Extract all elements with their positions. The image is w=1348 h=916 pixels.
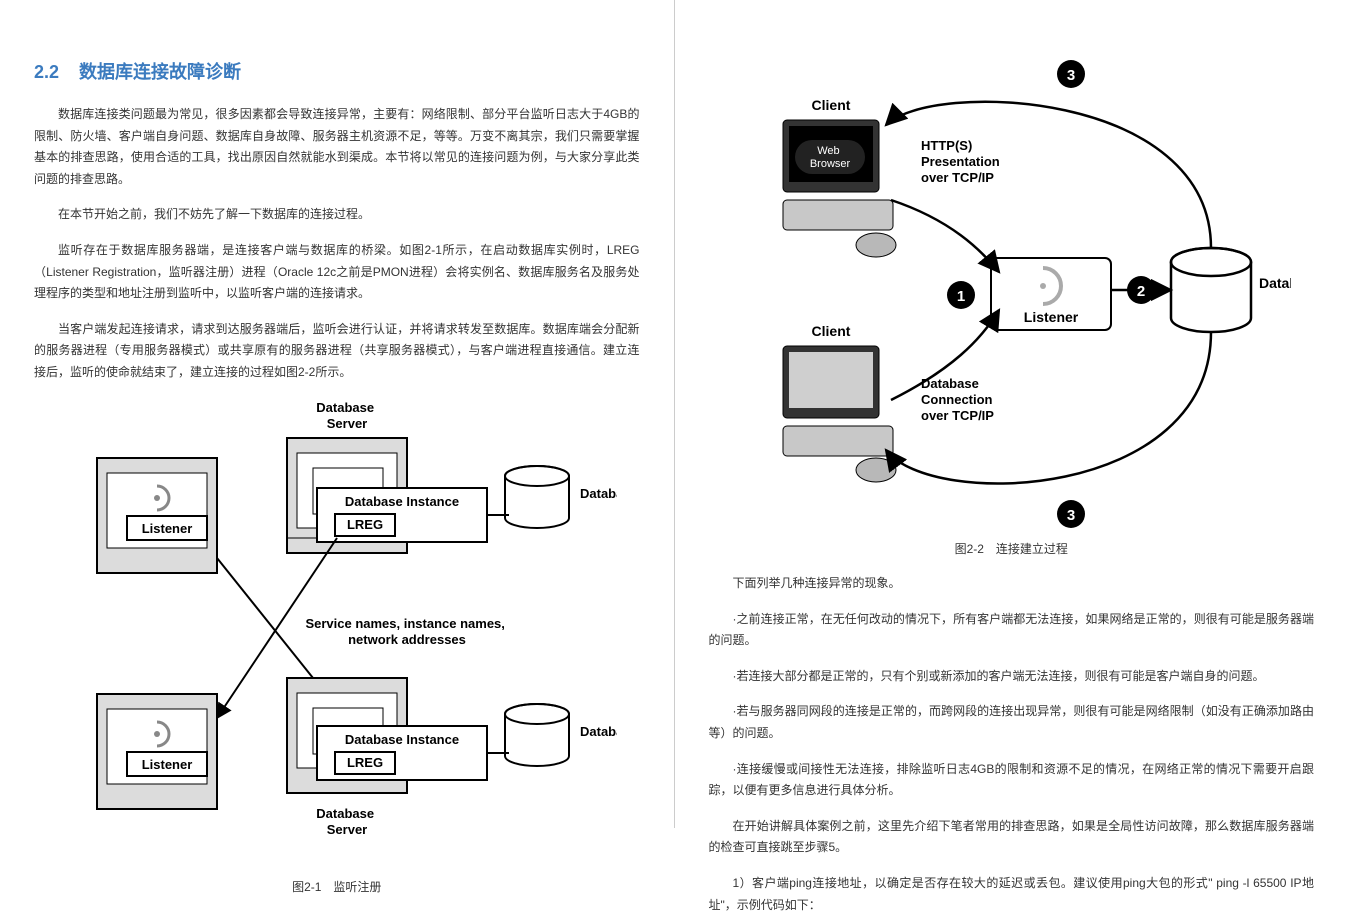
paragraph: 监听存在于数据库服务器端，是连接客户端与数据库的桥梁。如图2-1所示，在启动数据… — [34, 240, 640, 305]
listener-label: Listener — [1024, 309, 1079, 325]
database-icon — [505, 466, 569, 528]
lreg-label: LREG — [347, 517, 383, 532]
arrow-icon — [891, 200, 999, 272]
figure-2-1-caption: 图2-1 监听注册 — [34, 878, 640, 895]
section-heading: 2.2 数据库连接故障诊断 — [34, 58, 640, 84]
paragraph: 在本节开始之前，我们不妨先了解一下数据库的连接过程。 — [34, 204, 640, 226]
figure-2-2-caption: 图2-2 连接建立过程 — [709, 540, 1315, 557]
paragraph: 下面列举几种连接异常的现象。 — [709, 573, 1315, 595]
client-label: Client — [812, 97, 851, 113]
computer-icon — [783, 346, 896, 482]
svg-text:2: 2 — [1137, 283, 1145, 300]
section-number: 2.2 — [34, 62, 59, 82]
client-label: Client — [812, 323, 851, 339]
listener-label: Listener — [141, 521, 192, 536]
dbconn-label: Database Connection over TCP/IP — [921, 376, 996, 423]
paragraph: ·若与服务器同网段的连接是正常的，而跨网段的连接出现异常，则很有可能是网络限制（… — [709, 701, 1315, 744]
service-names-label: Service names, instance names, network a… — [305, 616, 508, 647]
paragraph: 当客户端发起连接请求，请求到达服务器端后，监听会进行认证，并将请求转发至数据库。… — [34, 319, 640, 384]
right-page: Client Web Browser Client Listener — [675, 0, 1348, 828]
https-label: HTTP(S) Presentation over TCP/IP — [921, 138, 1003, 185]
paragraph: ·之前连接正常，在无任何改动的情况下，所有客户端都无法连接，如果网络是正常的，则… — [709, 609, 1315, 652]
svg-text:3: 3 — [1067, 67, 1075, 84]
svg-text:3: 3 — [1067, 507, 1075, 524]
figure-2-2: Client Web Browser Client Listener — [731, 50, 1291, 530]
figure-2-1: Database Server Database Instance LREG D… — [57, 398, 617, 868]
database-icon — [505, 704, 569, 766]
step-badge-2: 2 — [1127, 276, 1155, 304]
paragraph: ·连接缓慢或间接性无法连接，排除监听日志4GB的限制和资源不足的情况，在网络正常… — [709, 759, 1315, 802]
database-label: Database — [580, 486, 617, 501]
step-badge-1: 1 — [947, 281, 975, 309]
paragraph: ·若连接大部分都是正常的，只有个别或新添加的客户端无法连接，则很有可能是客户端自… — [709, 666, 1315, 688]
paragraph: 数据库连接类问题最为常见，很多因素都会导致连接异常，主要有：网络限制、部分平台监… — [34, 104, 640, 190]
db-instance-label: Database Instance — [345, 732, 459, 747]
lreg-label: LREG — [347, 755, 383, 770]
step-badge-3-top: 3 — [1057, 60, 1085, 88]
database-label: Database — [1259, 275, 1291, 291]
database-icon — [1171, 248, 1251, 332]
listener-label: Listener — [141, 757, 192, 772]
paragraph: 在开始讲解具体案例之前，这里先介绍下笔者常用的排查思路，如果是全局性访问故障，那… — [709, 816, 1315, 859]
section-title-text: 数据库连接故障诊断 — [79, 62, 241, 82]
db-server-label-top: Database Server — [316, 400, 377, 431]
db-instance-label: Database Instance — [345, 494, 459, 509]
left-page: 2.2 数据库连接故障诊断 数据库连接类问题最为常见，很多因素都会导致连接异常，… — [0, 0, 674, 828]
database-label: Database — [580, 724, 617, 739]
svg-text:1: 1 — [957, 288, 965, 305]
step-badge-3-bottom: 3 — [1057, 500, 1085, 528]
db-server-label-bottom: Database Server — [316, 806, 377, 837]
paragraph: 1）客户端ping连接地址，以确定是否存在较大的延迟或丢包。建议使用ping大包… — [709, 873, 1315, 916]
